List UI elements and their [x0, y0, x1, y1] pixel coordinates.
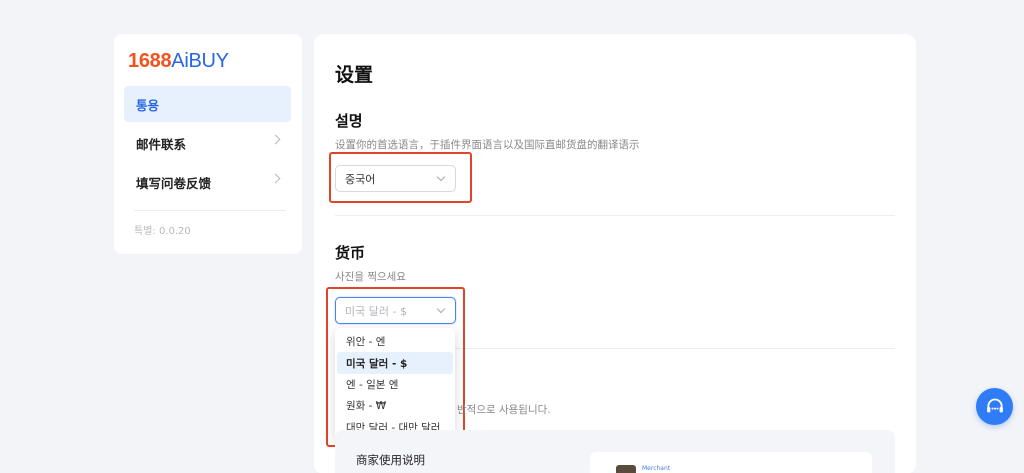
merchant-preview-image	[616, 465, 636, 473]
language-description: 设置你的首选语言，于插件界面语言以及国际直邮货盘的翻译语示	[335, 139, 640, 151]
sidebar-item-general[interactable]: 통용	[124, 86, 291, 122]
sidebar-item-label: 填写问卷反馈	[136, 175, 212, 191]
version-label: 특별: 0.0.20	[134, 226, 191, 237]
customer-support-button[interactable]	[976, 388, 1013, 425]
currency-dropdown: 위안 - 엔 미국 달러 - $ 엔 - 일본 엔 원화 - ₩ 대만 달러 -…	[335, 328, 455, 439]
logo-brand: AiBUY	[171, 50, 229, 72]
logo-number: 1688	[128, 50, 172, 72]
usage-hint-text: 반적으로 사용됩니다.	[457, 404, 551, 416]
chevron-right-icon	[270, 134, 281, 145]
currency-option-usd[interactable]: 미국 달러 - $	[337, 352, 453, 374]
logo: 1688AiBUY	[128, 50, 229, 73]
page-title: 设置	[335, 64, 374, 86]
merchant-instructions-title: 商家使用说明	[356, 453, 425, 467]
currency-option-jpy[interactable]: 엔 - 일본 엔	[337, 374, 453, 395]
currency-option-krw[interactable]: 원화 - ₩	[337, 395, 453, 416]
sidebar-divider	[134, 210, 286, 211]
sidebar-item-label: 邮件联系	[136, 136, 187, 152]
sidebar-item-email-contact[interactable]: 邮件联系	[124, 125, 291, 161]
highlight-box-language	[329, 152, 472, 203]
sidebar: 1688AiBUY 통용 邮件联系 填写问卷反馈 특별: 0.0.20	[114, 34, 302, 254]
headset-icon	[986, 398, 1003, 412]
sidebar-item-feedback-survey[interactable]: 填写问卷反馈	[124, 164, 291, 200]
sidebar-item-label: 통용	[136, 97, 160, 113]
merchant-preview-label: Merchant	[642, 465, 671, 472]
language-section-title: 설명	[335, 112, 363, 130]
currency-description: 사진을 찍으세요	[335, 271, 406, 283]
currency-option-cny[interactable]: 위안 - 엔	[337, 331, 453, 352]
chevron-right-icon	[270, 173, 281, 184]
section-divider	[335, 215, 895, 216]
currency-section-title: 货币	[335, 244, 366, 262]
